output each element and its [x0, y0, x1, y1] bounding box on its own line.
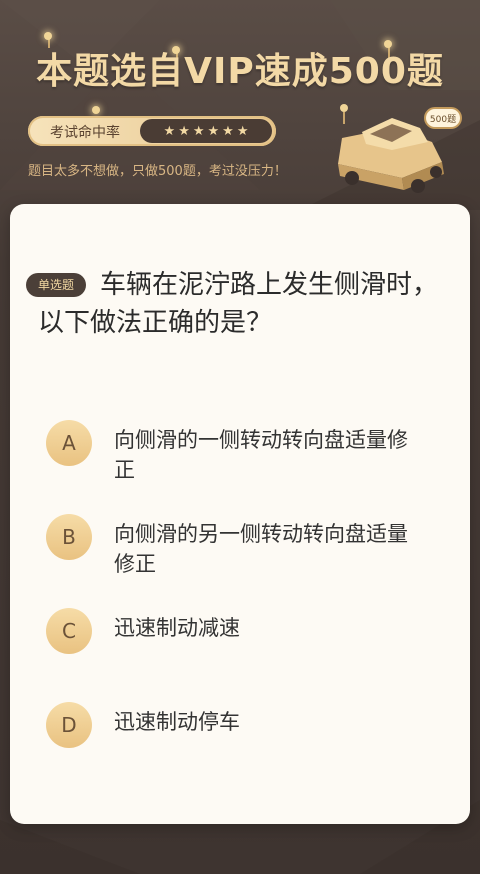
option-a[interactable]: A 向侧滑的一侧转动转向盘适量修正 [46, 420, 446, 485]
option-b[interactable]: B 向侧滑的另一侧转动转向盘适量修正 [46, 514, 446, 579]
option-a-letter: A [46, 420, 92, 466]
lamp-icon [92, 106, 100, 114]
star-icon: ★ [178, 123, 190, 139]
car-badge-text: 500题 [430, 114, 456, 125]
star-icon: ★ [192, 123, 205, 139]
header-subtitle: 题目太多不想做，只做500题，考过没压力！ [28, 164, 287, 179]
option-b-letter: B [46, 514, 92, 560]
option-c-text: 迅速制动减速 [114, 616, 240, 640]
option-b-text: 向侧滑的另一侧转动转向盘适量修正 [114, 522, 408, 576]
option-c-letter: C [46, 608, 92, 654]
option-d[interactable]: D 迅速制动停车 [46, 702, 446, 748]
car-illustration: 500题 [338, 104, 462, 193]
option-c[interactable]: C 迅速制动减速 [46, 608, 446, 654]
option-d-text: 迅速制动停车 [114, 710, 240, 734]
question-text: 车辆在泥泞路上发生侧滑时，以下做法正确的是？ [38, 270, 439, 338]
star-icon: ★ [163, 123, 176, 139]
star-icon: ★ [222, 123, 234, 139]
lamp-icon [44, 32, 52, 40]
star-icon: ★ [207, 123, 220, 139]
page-title: 本题选自VIP速成500题 [36, 51, 444, 92]
star-rating: ★ ★ ★ ★ ★ ★ [140, 119, 272, 143]
hit-rate-label: 考试命中率 [50, 125, 120, 141]
option-a-text: 向侧滑的一侧转动转向盘适量修正 [114, 428, 408, 482]
option-d-letter: D [46, 702, 92, 748]
star-icon: ★ [236, 123, 249, 139]
